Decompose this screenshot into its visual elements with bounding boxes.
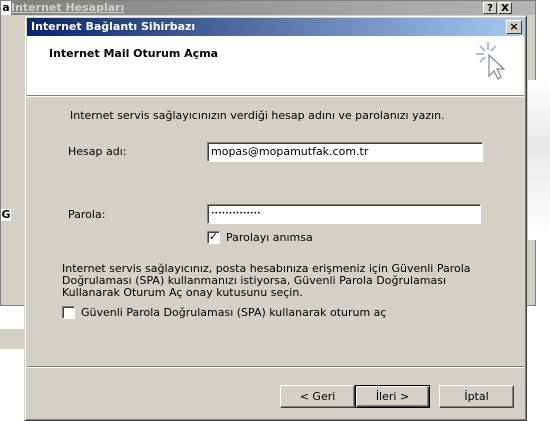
footer-separator: [27, 366, 524, 368]
account-name-input[interactable]: mopas@mopamutfak.com.tr: [207, 142, 483, 162]
back-button[interactable]: < Geri: [280, 385, 355, 408]
background-side-letter: G: [1, 208, 11, 221]
cancel-button[interactable]: İptal: [439, 385, 514, 408]
instruction-text: Internet servis sağlayıcınızın verdiği h…: [70, 109, 445, 122]
account-name-label: Hesap adı:: [68, 145, 127, 158]
remember-password-checkbox[interactable]: ✓: [207, 231, 220, 244]
header-separator: [27, 95, 524, 97]
wizard-dialog: Internet Bağlantı Sihirbazı × Internet M…: [24, 15, 527, 421]
password-input[interactable]: ••••••••••••••: [207, 204, 481, 224]
remember-password-label[interactable]: Parolayı anımsa: [226, 231, 313, 244]
spa-description: Internet servis sağlayıcınız, posta hesa…: [62, 262, 471, 299]
background-decoration: [528, 80, 550, 240]
wizard-header: Internet Mail Oturum Açma: [27, 36, 524, 95]
wizard-cursor-icon: [476, 42, 506, 80]
password-label: Parola:: [68, 208, 106, 221]
spa-checkbox-label[interactable]: Güvenli Parola Doğrulaması (SPA) kullana…: [81, 306, 386, 319]
help-button[interactable]: ?: [483, 2, 497, 14]
background-window-title-prefix: a: [1, 1, 11, 15]
spa-checkbox[interactable]: [62, 306, 75, 319]
close-button[interactable]: ×: [506, 20, 522, 34]
close-icon: ×: [509, 20, 519, 33]
background-window-titlebar: a Internet Hesapları ? X: [1, 1, 535, 15]
background-window-title: Internet Hesapları: [11, 1, 125, 14]
dialog-title: Internet Bağlantı Sihirbazı: [31, 20, 196, 33]
page-title: Internet Mail Oturum Açma: [49, 47, 219, 60]
checkmark-icon: ✓: [208, 230, 219, 243]
next-button[interactable]: İleri >: [355, 385, 430, 408]
dialog-titlebar[interactable]: Internet Bağlantı Sihirbazı ×: [27, 18, 524, 36]
background-close-button[interactable]: X: [498, 2, 512, 14]
